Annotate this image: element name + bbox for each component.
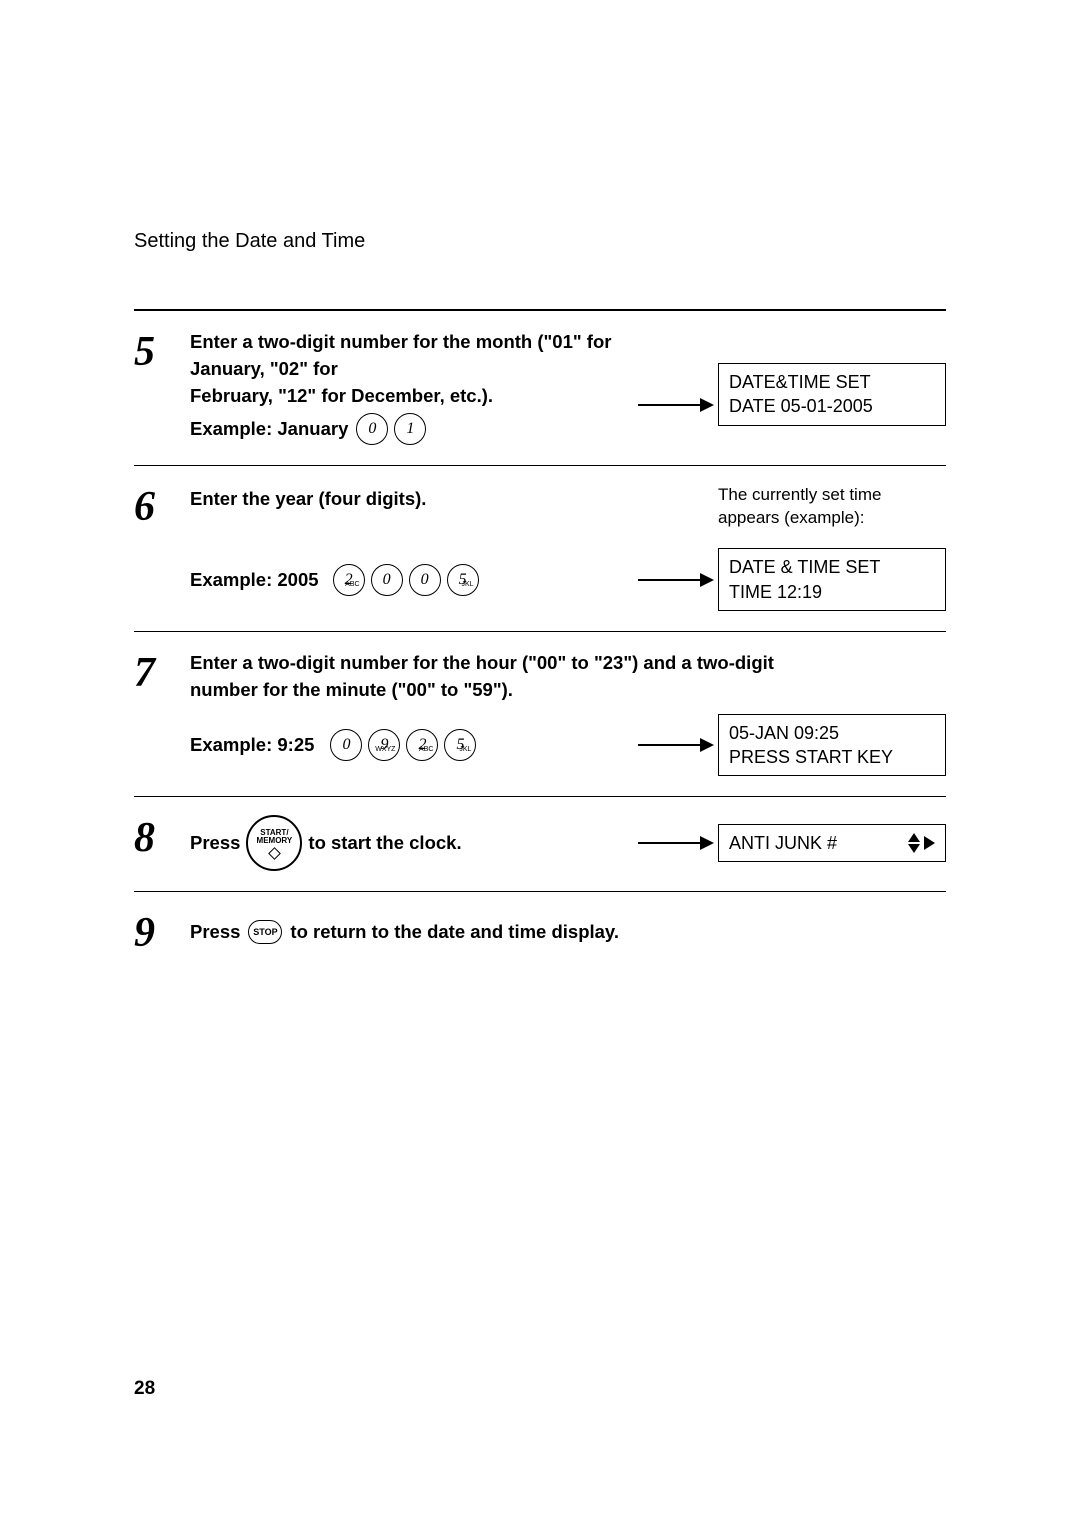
step-number: 5 [134, 329, 190, 445]
note-line2: appears (example): [718, 507, 864, 530]
instruction-rest: to return to the date and time display. [290, 921, 619, 943]
page-header: Setting the Date and Time [134, 230, 946, 253]
note-line1: The currently set time [718, 484, 881, 507]
stop-key-icon: STOP [248, 920, 282, 944]
step-number: 6 [134, 484, 190, 610]
arrow-icon [638, 842, 712, 844]
page-number: 28 [134, 1378, 155, 1400]
right-triangle-icon [924, 836, 935, 850]
display-line2: TIME 12:19 [729, 580, 935, 604]
step-number: 7 [134, 650, 190, 776]
keypad-2-icon: 2ABC [333, 564, 365, 596]
keypad-0-icon: 0 [371, 564, 403, 596]
press-label: Press [190, 830, 240, 857]
key-line2: MEMORY [257, 837, 293, 845]
instruction-line1: Enter a two-digit number for the hour ("… [190, 650, 946, 677]
steps-container: 5 Enter a two-digit number for the month… [134, 309, 946, 964]
arrow-icon [638, 579, 712, 581]
instruction-line2: number for the minute ("00" to "59"). [190, 677, 946, 704]
lcd-display: 05-JAN 09:25 PRESS START KEY [718, 714, 946, 777]
arrow-icon [638, 744, 712, 746]
press-label: Press [190, 921, 240, 943]
key-letters: WXYZ [375, 746, 395, 753]
example-label: Example: January [190, 418, 348, 440]
keypad-0-icon: 0 [356, 413, 388, 445]
display-line2: DATE 05-01-2005 [729, 394, 935, 418]
instruction-line1: Enter a two-digit number for the month (… [190, 329, 632, 383]
lcd-display: DATE & TIME SET TIME 12:19 [718, 548, 946, 611]
step-number: 8 [134, 815, 190, 871]
key-letters: ABC [345, 581, 359, 588]
step-6: 6 Enter the year (four digits). The curr… [134, 466, 946, 631]
keypad-5-icon: 5JKL [444, 729, 476, 761]
keypad-0-icon: 0 [330, 729, 362, 761]
example-label: Example: 9:25 [190, 734, 314, 756]
instruction-rest: to start the clock. [308, 830, 461, 857]
keypad-2-icon: 2ABC [406, 729, 438, 761]
arrow-icon [638, 404, 712, 406]
display-line2: PRESS START KEY [729, 745, 935, 769]
step-5: 5 Enter a two-digit number for the month… [134, 311, 946, 466]
key-letters: JKL [462, 581, 474, 588]
start-memory-key-icon: START/ MEMORY [246, 815, 302, 871]
key-digit: 0 [342, 736, 350, 754]
display-line1: DATE&TIME SET [729, 370, 935, 394]
key-letters: ABC [419, 746, 433, 753]
lcd-display: DATE&TIME SET DATE 05-01-2005 [718, 363, 946, 426]
key-letters: JKL [459, 746, 471, 753]
example-label: Example: 2005 [190, 569, 319, 591]
instruction: Enter the year (four digits). [190, 484, 718, 513]
keypad-0-icon: 0 [409, 564, 441, 596]
step-9: 9 Press STOP to return to the date and t… [134, 892, 946, 964]
lcd-display: ANTI JUNK # [718, 824, 946, 862]
key-digit: 0 [421, 571, 429, 589]
step-number: 9 [134, 910, 190, 954]
display-line1: 05-JAN 09:25 [729, 721, 935, 745]
keypad-5-icon: 5JKL [447, 564, 479, 596]
instruction-line2: February, "12" for December, etc.). [190, 383, 632, 410]
diamond-icon [268, 847, 281, 860]
step-8: 8 Press START/ MEMORY to start the clock… [134, 797, 946, 892]
note-text: The currently set time appears (example)… [718, 484, 946, 530]
display-text: ANTI JUNK # [729, 831, 837, 855]
key-digit: 0 [383, 571, 391, 589]
step-7: 7 Enter a two-digit number for the hour … [134, 632, 946, 797]
keypad-9-icon: 9WXYZ [368, 729, 400, 761]
keypad-1-icon: 1 [394, 413, 426, 445]
up-down-icon [908, 833, 920, 853]
display-line1: DATE & TIME SET [729, 555, 935, 579]
